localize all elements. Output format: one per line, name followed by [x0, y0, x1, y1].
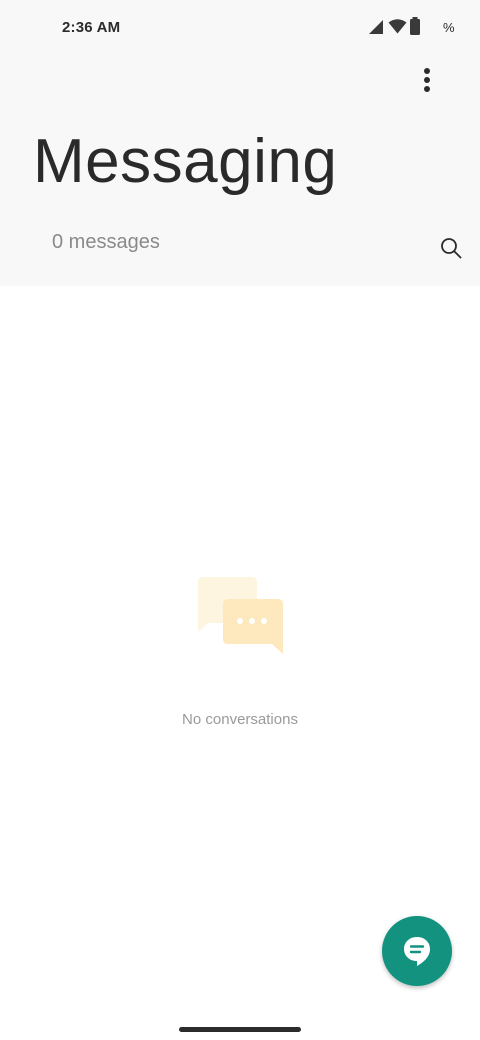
new-message-icon: [404, 937, 430, 966]
battery-percentage: %: [443, 20, 455, 35]
status-icons: %: [340, 0, 480, 56]
new-message-button[interactable]: [382, 916, 452, 986]
app-header: 2:36 AM % Messaging 0 messages: [0, 0, 480, 286]
navigation-handle[interactable]: [179, 1027, 301, 1032]
chat-bubbles-icon: [198, 577, 283, 654]
signal-icon: [369, 20, 383, 34]
status-bar: 2:36 AM %: [0, 0, 480, 56]
search-button[interactable]: [436, 233, 466, 263]
more-options-button[interactable]: [412, 64, 442, 96]
message-count: 0 messages: [52, 231, 160, 253]
status-time: 2:36 AM: [62, 19, 121, 36]
empty-state-text: No conversations: [182, 711, 298, 728]
search-icon: [441, 238, 462, 259]
page-title: Messaging: [33, 127, 338, 196]
wifi-icon: [388, 19, 407, 34]
battery-icon: [410, 17, 420, 35]
more-vert-icon: [424, 68, 430, 92]
